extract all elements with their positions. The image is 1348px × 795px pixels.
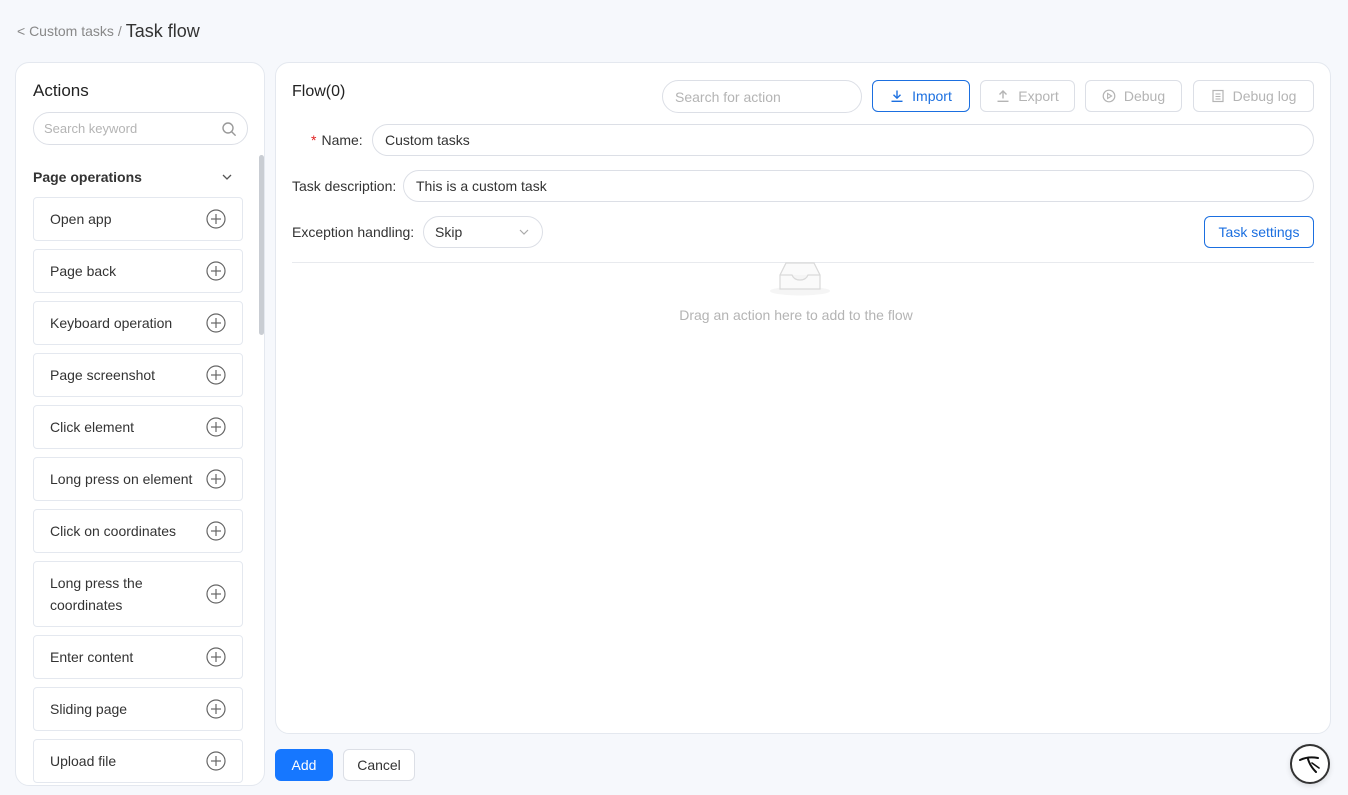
action-item-page-screenshot[interactable]: Page screenshot <box>33 353 243 397</box>
action-item-click-element[interactable]: Click element <box>33 405 243 449</box>
action-item-label: Enter content <box>50 649 134 665</box>
name-field[interactable] <box>372 124 1314 156</box>
task-description-field[interactable] <box>403 170 1314 202</box>
action-item-long-press-coordinates[interactable]: Long press the coordinates <box>33 561 243 627</box>
debug-label: Debug <box>1123 88 1166 104</box>
action-search-input[interactable] <box>675 88 856 105</box>
add-circle-icon[interactable] <box>206 751 226 771</box>
actions-panel-title: Actions <box>33 81 89 100</box>
add-circle-icon[interactable] <box>206 261 226 281</box>
empty-state-text: Drag an action here to add to the flow <box>679 307 913 323</box>
play-circle-icon <box>1102 89 1116 103</box>
action-item-label: Sliding page <box>50 701 128 717</box>
action-item-sliding-page[interactable]: Sliding page <box>33 687 243 731</box>
action-item-label: Page screenshot <box>50 367 156 383</box>
cancel-button[interactable]: Cancel <box>343 749 415 781</box>
name-label: * Name: <box>311 124 363 156</box>
action-item-enter-content[interactable]: Enter content <box>33 635 243 679</box>
flow-title: Flow(0) <box>292 83 346 100</box>
page-title: Task flow <box>125 20 200 41</box>
actions-panel: Actions Page operations Open app Page ba… <box>15 62 265 786</box>
breadcrumb: < Custom tasks / Task flow <box>17 20 200 42</box>
action-item-upload-file[interactable]: Upload file <box>33 739 243 783</box>
exception-handling-value: Skip <box>435 224 463 240</box>
add-circle-icon[interactable] <box>206 417 226 437</box>
add-circle-icon[interactable] <box>206 365 226 385</box>
empty-inbox-icon <box>770 262 830 296</box>
action-item-label: Upload file <box>50 753 117 769</box>
log-icon <box>1211 89 1224 103</box>
upload-icon <box>997 90 1009 103</box>
flow-panel: Flow(0) Import Export Debug Debug log * … <box>275 62 1331 734</box>
action-item-label: Click on coordinates <box>50 523 177 539</box>
action-item-label: Long press the coordinates <box>50 575 143 613</box>
action-item-label: Page back <box>50 263 117 279</box>
search-icon[interactable] <box>221 121 237 137</box>
debug-log-button[interactable]: Debug log <box>1193 80 1314 112</box>
breadcrumb-separator: / <box>117 23 122 39</box>
exception-handling-select[interactable]: Skip <box>423 216 543 248</box>
assistant-float-button[interactable] <box>1290 744 1330 784</box>
add-button[interactable]: Add <box>275 749 333 781</box>
chevron-down-icon <box>222 174 232 180</box>
action-search-box <box>662 80 862 113</box>
group-label: Page operations <box>33 169 142 185</box>
actions-scrollbar[interactable] <box>259 155 264 335</box>
action-item-label: Click element <box>50 419 135 435</box>
chevron-down-icon <box>519 229 529 235</box>
name-label-text: Name: <box>321 132 363 148</box>
add-circle-icon[interactable] <box>206 469 226 489</box>
add-circle-icon[interactable] <box>206 647 226 667</box>
group-page-operations[interactable]: Page operations <box>33 167 233 187</box>
action-list: Open app Page back Keyboard operation Pa… <box>33 197 243 785</box>
breadcrumb-back-link[interactable]: < Custom tasks <box>17 23 114 39</box>
add-circle-icon[interactable] <box>206 584 226 604</box>
import-label: Import <box>912 88 952 104</box>
task-settings-button[interactable]: Task settings <box>1204 216 1314 248</box>
export-label: Export <box>1018 88 1059 104</box>
action-item-open-app[interactable]: Open app <box>33 197 243 241</box>
add-circle-icon[interactable] <box>206 313 226 333</box>
assistant-logo-icon <box>1299 756 1320 773</box>
action-item-keyboard-operation[interactable]: Keyboard operation <box>33 301 243 345</box>
import-button[interactable]: Import <box>872 80 970 112</box>
exception-handling-label: Exception handling: <box>292 224 415 240</box>
action-item-label: Keyboard operation <box>50 315 173 331</box>
add-circle-icon[interactable] <box>206 699 226 719</box>
keyword-search-input[interactable] <box>44 121 221 136</box>
download-icon <box>891 90 903 103</box>
action-item-long-press-element[interactable]: Long press on element <box>33 457 243 501</box>
action-item-label: Long press on element <box>50 471 193 487</box>
keyword-search-box <box>33 112 248 145</box>
add-circle-icon[interactable] <box>206 209 226 229</box>
action-item-click-coordinates[interactable]: Click on coordinates <box>33 509 243 553</box>
debug-log-label: Debug log <box>1232 88 1297 104</box>
export-button[interactable]: Export <box>980 80 1075 112</box>
required-mark: * <box>311 132 317 148</box>
flow-drop-area[interactable] <box>292 263 1314 723</box>
debug-button[interactable]: Debug <box>1085 80 1182 112</box>
add-circle-icon[interactable] <box>206 521 226 541</box>
task-description-label: Task description: <box>292 178 397 194</box>
action-item-label: Open app <box>50 211 112 227</box>
action-item-page-back[interactable]: Page back <box>33 249 243 293</box>
